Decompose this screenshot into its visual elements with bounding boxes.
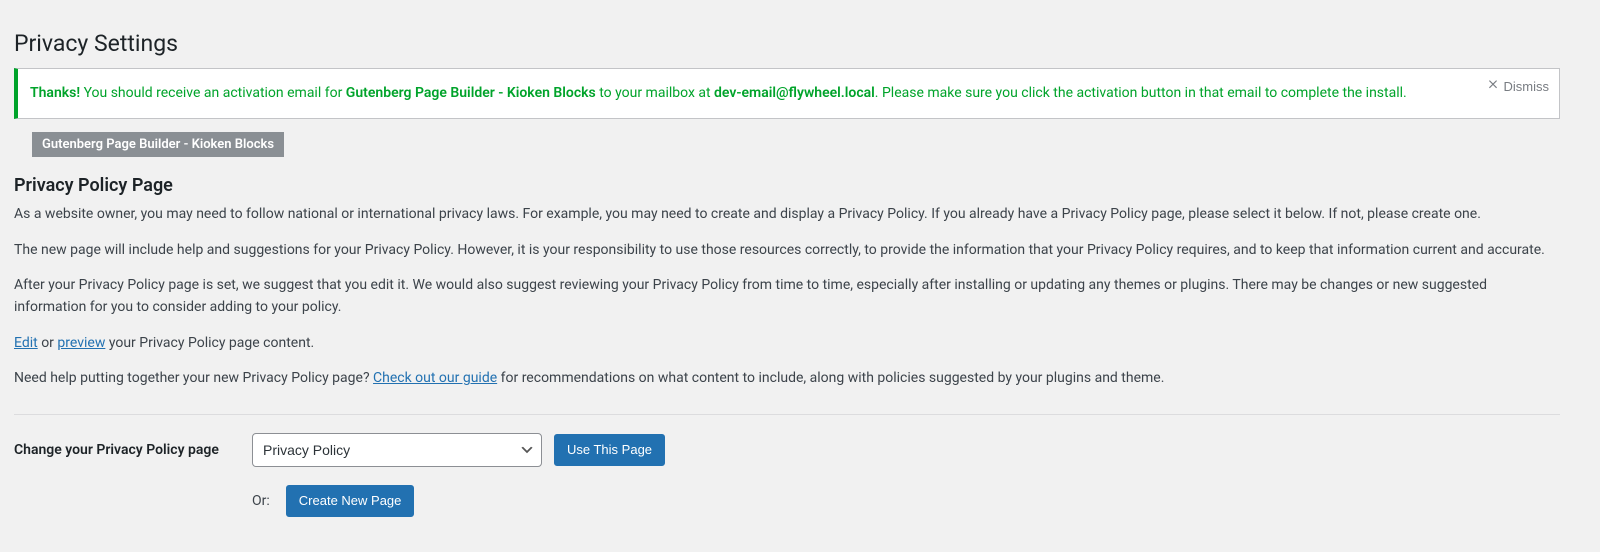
privacy-page-select[interactable]: Privacy Policy bbox=[252, 433, 542, 467]
preview-link[interactable]: preview bbox=[57, 335, 105, 351]
close-icon bbox=[1485, 77, 1501, 96]
edit-link[interactable]: Edit bbox=[14, 335, 38, 351]
dismiss-label: Dismiss bbox=[1504, 79, 1550, 94]
or-label: Or: bbox=[252, 493, 270, 509]
notice-plugin-name: Gutenberg Page Builder - Kioken Blocks bbox=[346, 85, 596, 101]
dismiss-button[interactable]: Dismiss bbox=[1485, 77, 1550, 96]
create-new-page-button[interactable]: Create New Page bbox=[286, 485, 415, 517]
notice-text-3: . Please make sure you click the activat… bbox=[875, 85, 1407, 101]
edit-preview-line: Edit or preview your Privacy Policy page… bbox=[14, 333, 1560, 355]
divider bbox=[14, 414, 1560, 415]
or-separator: or bbox=[38, 335, 58, 351]
help-prefix: Need help putting together your new Priv… bbox=[14, 370, 373, 386]
intro-paragraph-1: As a website owner, you may need to foll… bbox=[14, 204, 1560, 226]
plugin-badge: Gutenberg Page Builder - Kioken Blocks bbox=[32, 132, 284, 157]
page-title: Privacy Settings bbox=[14, 20, 1560, 63]
notice-text: Thanks! You should receive an activation… bbox=[30, 81, 1547, 106]
intro-paragraph-3: After your Privacy Policy page is set, w… bbox=[14, 275, 1560, 318]
notice-text-1: You should receive an activation email f… bbox=[80, 85, 346, 101]
activation-notice: Thanks! You should receive an activation… bbox=[14, 68, 1560, 119]
help-line: Need help putting together your new Priv… bbox=[14, 368, 1560, 390]
form-label: Change your Privacy Policy page bbox=[14, 433, 252, 459]
notice-thanks: Thanks! bbox=[30, 85, 80, 101]
edit-suffix: your Privacy Policy page content. bbox=[105, 335, 314, 351]
notice-text-2: to your mailbox at bbox=[596, 85, 714, 101]
help-suffix: for recommendations on what content to i… bbox=[497, 370, 1164, 386]
section-title: Privacy Policy Page bbox=[14, 175, 1560, 196]
notice-email: dev-email@flywheel.local bbox=[714, 85, 875, 101]
use-this-page-button[interactable]: Use This Page bbox=[554, 434, 665, 466]
guide-link[interactable]: Check out our guide bbox=[373, 370, 497, 386]
intro-paragraph-2: The new page will include help and sugge… bbox=[14, 240, 1560, 262]
